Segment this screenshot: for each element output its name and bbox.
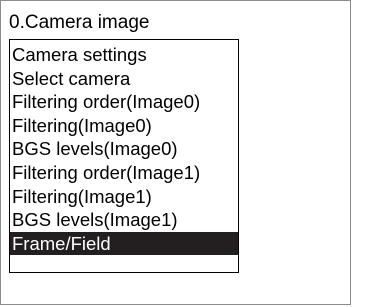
menu-item-filtering-order-image0[interactable]: Filtering order(Image0)	[10, 90, 238, 114]
menu-item-filtering-image0[interactable]: Filtering(Image0)	[10, 114, 238, 138]
camera-settings-menu[interactable]: Camera settings Select camera Filtering …	[9, 39, 239, 273]
menu-item-camera-settings[interactable]: Camera settings	[10, 43, 238, 67]
menu-item-frame-field[interactable]: Frame/Field	[10, 231, 238, 256]
menu-item-bgs-levels-image0[interactable]: BGS levels(Image0)	[10, 137, 238, 161]
menu-item-bgs-levels-image1[interactable]: BGS levels(Image1)	[10, 208, 238, 232]
menu-item-filtering-order-image1[interactable]: Filtering order(Image1)	[10, 161, 238, 185]
menu-item-filtering-image1[interactable]: Filtering(Image1)	[10, 185, 238, 209]
panel-title: 0.Camera image	[9, 12, 150, 33]
menu-item-select-camera[interactable]: Select camera	[10, 67, 238, 91]
menu-list: Camera settings Select camera Filtering …	[10, 43, 238, 256]
camera-image-panel: 0.Camera image Camera settings Select ca…	[0, 0, 351, 305]
